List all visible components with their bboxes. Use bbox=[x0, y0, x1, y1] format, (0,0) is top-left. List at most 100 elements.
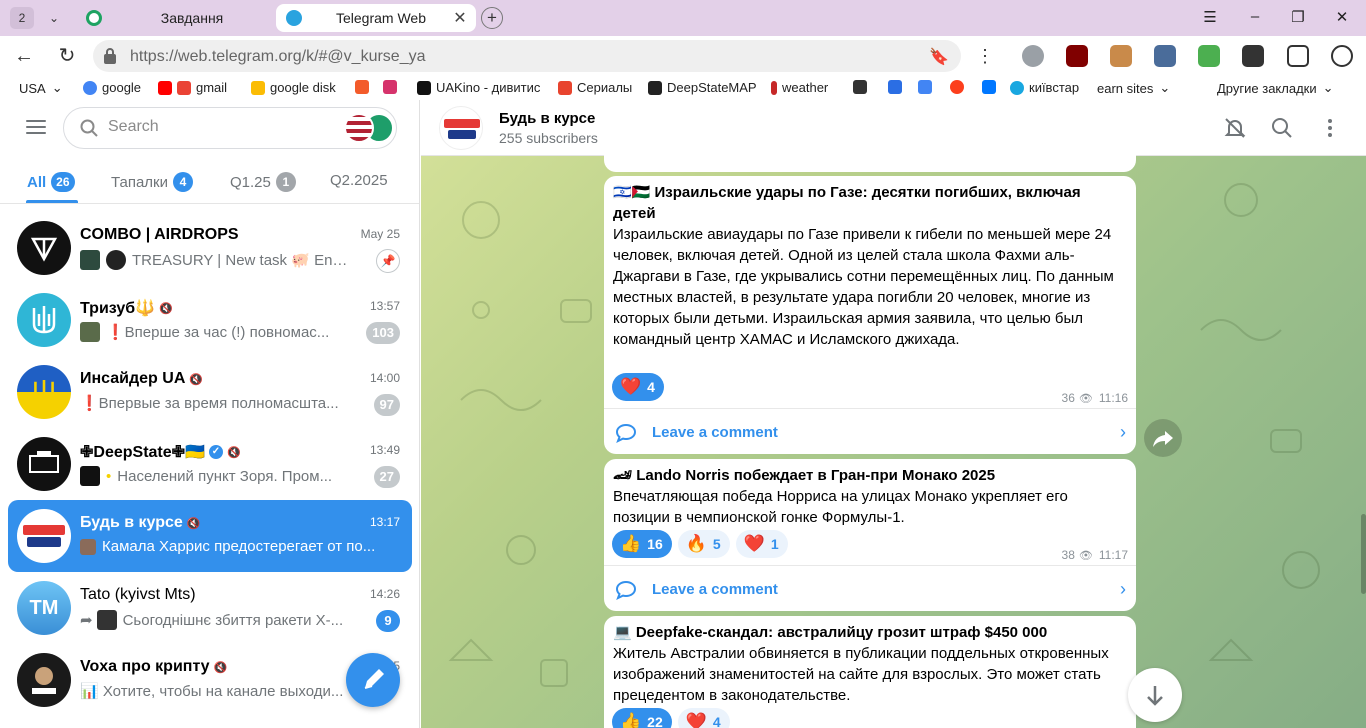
close-tab-icon[interactable]: ✕ bbox=[450, 8, 470, 28]
chat-time: 14:26 bbox=[369, 587, 400, 601]
globe-extension-icon[interactable] bbox=[1022, 45, 1044, 67]
avatar bbox=[17, 653, 71, 707]
ublock-extension-icon[interactable] bbox=[1066, 45, 1088, 67]
reaction-heart[interactable]: ❤️ 4 bbox=[612, 373, 664, 401]
profile-icon[interactable] bbox=[1331, 45, 1353, 67]
bookmark-star-icon[interactable] bbox=[383, 80, 402, 94]
bookmark-deepstatemap[interactable]: DeepStateMAP bbox=[648, 80, 757, 95]
reload-icon[interactable]: ↻ bbox=[55, 44, 79, 68]
cookie-extension-icon[interactable] bbox=[1110, 45, 1132, 67]
bookmark-arrow-icon[interactable] bbox=[888, 80, 907, 94]
browser-menu-icon[interactable]: ☰ bbox=[1200, 8, 1220, 26]
chat-item-bud-v-kurse[interactable]: Будь в курсе 🔇 13:17 Камала Харрис предос… bbox=[8, 500, 412, 572]
bookmark-yandex-icon[interactable] bbox=[950, 80, 969, 94]
chat-preview: 📊 Хотите, чтобы на канале выходи... bbox=[80, 683, 344, 700]
more-vert-icon[interactable]: ⋮ bbox=[973, 44, 997, 68]
active-folder-indicator bbox=[26, 200, 78, 203]
tab-zavdannya[interactable]: Завдання bbox=[76, 4, 272, 32]
bookmark-gmail[interactable]: gmail bbox=[158, 80, 227, 95]
reaction-heart[interactable]: ❤️ 1 bbox=[735, 530, 788, 558]
bookmark-kyivstar[interactable]: київстар bbox=[1010, 80, 1079, 95]
new-tab-button[interactable]: + bbox=[481, 7, 503, 29]
chat-scrollbar[interactable] bbox=[1361, 514, 1366, 594]
reaction-thumbs-up[interactable]: 👍 22 bbox=[612, 708, 672, 728]
chat-item-deepstate[interactable]: ✙DeepState✙🇺🇦 ✓ 🔇 13:49 • Населений пункт З… bbox=[8, 428, 412, 500]
chat-name: Будь в курсе 🔇 bbox=[80, 514, 201, 531]
scroll-to-bottom-button[interactable] bbox=[1128, 668, 1182, 722]
bookmark-usa[interactable]: USA ⌄ bbox=[19, 80, 63, 96]
media-thumb bbox=[106, 250, 126, 270]
message-body: Израильские авиаудары по Газе привели к … bbox=[613, 226, 1114, 348]
more-vert-icon[interactable] bbox=[1318, 116, 1342, 140]
folder-tab-tapalki[interactable]: Тапалки 4 bbox=[111, 172, 193, 192]
video-play-icon bbox=[96, 610, 117, 630]
bookmark-translate-icon[interactable] bbox=[918, 80, 937, 94]
bookmark-weather[interactable]: weather bbox=[771, 80, 828, 95]
main-menu-icon[interactable] bbox=[26, 120, 46, 134]
bookmark-f-icon[interactable] bbox=[355, 80, 374, 94]
folder-tab-all[interactable]: All 26 bbox=[27, 172, 75, 192]
minimize-icon[interactable]: – bbox=[1245, 8, 1265, 25]
url-omnibox[interactable]: https://web.telegram.org/k/#@v_kurse_ya … bbox=[93, 40, 961, 72]
save-extension-icon[interactable] bbox=[1154, 45, 1176, 67]
search-box[interactable] bbox=[63, 107, 397, 149]
leave-comment-button[interactable]: Leave a comment › bbox=[604, 565, 1136, 613]
folder-tab-q2[interactable]: Q2.2025 bbox=[330, 172, 388, 189]
vk-icon bbox=[982, 80, 996, 94]
chat-item-combo-airdrops[interactable]: COMBO | AIRDROPS May 25 TREASURY | New t… bbox=[8, 212, 412, 284]
message-post: 💻 Deepfake-скандал: австралийцу грозит ш… bbox=[604, 616, 1136, 728]
chat-item-tato[interactable]: TM Tato (kyivst Mts) 14:26 ➦ Сьогоднішнє … bbox=[8, 572, 412, 644]
channel-title[interactable]: Будь в курсе bbox=[499, 110, 595, 127]
message-text: 🇮🇱🇵🇸 Израильские удары по Газе: десятки … bbox=[604, 176, 1136, 350]
chat-preview: Камала Харрис предостерегает от по... bbox=[80, 538, 400, 555]
puzzle-extension-icon[interactable] bbox=[1287, 45, 1309, 67]
restore-icon[interactable]: ❐ bbox=[1288, 8, 1308, 26]
close-window-icon[interactable]: ✕ bbox=[1332, 8, 1352, 26]
channel-avatar[interactable] bbox=[439, 106, 483, 150]
arrow-down-icon bbox=[1147, 686, 1163, 706]
reaction-thumbs-up[interactable]: 👍 16 bbox=[612, 530, 672, 558]
folder-badge: 1 bbox=[275, 172, 296, 192]
search-icon[interactable] bbox=[1270, 116, 1294, 140]
tab-telegram-web[interactable]: Telegram Web ✕ bbox=[276, 4, 476, 32]
bookmark-vk-icon[interactable] bbox=[982, 80, 1001, 94]
compose-button[interactable] bbox=[346, 653, 400, 707]
tab-list-chevron-icon[interactable]: ⌄ bbox=[40, 7, 68, 29]
chat-item-tryzub[interactable]: Тризуб🔱 🔇 13:57 ❗️Вперше за час (!) повно… bbox=[8, 284, 412, 356]
tab-count-button[interactable]: 2 bbox=[10, 7, 34, 29]
bookmark-google[interactable]: google bbox=[83, 80, 141, 95]
bookmark-other[interactable]: Другие закладки ⌄ bbox=[1217, 80, 1334, 96]
message-body: Житель Австралии обвиняется в публикации… bbox=[613, 645, 1109, 704]
reaction-heart[interactable]: ❤️ 4 bbox=[677, 708, 730, 728]
avatar bbox=[17, 365, 71, 419]
bookmark-serialy[interactable]: Сериалы bbox=[558, 80, 632, 95]
leave-comment-button[interactable]: Leave a comment › bbox=[604, 408, 1136, 456]
bookmark-google-disk[interactable]: google disk bbox=[251, 80, 336, 95]
telegram-favicon-icon bbox=[286, 10, 302, 26]
chat-time: May 25 bbox=[360, 227, 400, 241]
bookmark-uakino[interactable]: UAKino - дивитис bbox=[417, 80, 540, 95]
deepstate-icon bbox=[648, 80, 662, 95]
tasks-favicon-icon bbox=[86, 10, 102, 26]
star-site-icon bbox=[383, 80, 397, 94]
bookmark-earn-sites[interactable]: earn sites ⌄ bbox=[1097, 80, 1170, 96]
account-avatar-1[interactable] bbox=[344, 113, 374, 143]
share-post-button[interactable] bbox=[1144, 419, 1182, 457]
chat-name: Tato (kyivst Mts) bbox=[80, 586, 196, 603]
script-extension-icon[interactable] bbox=[1242, 45, 1264, 67]
bookmark-icon[interactable]: 🔖 bbox=[929, 47, 949, 67]
comment-bubble-icon bbox=[615, 580, 637, 600]
drive-icon bbox=[251, 80, 265, 95]
f-site-icon bbox=[355, 80, 369, 94]
bookmark-bc-icon[interactable] bbox=[853, 80, 872, 94]
mute-bell-icon[interactable] bbox=[1223, 116, 1247, 140]
download-extension-icon[interactable] bbox=[1198, 45, 1220, 67]
search-input[interactable] bbox=[108, 118, 338, 136]
back-arrow-icon[interactable]: ← bbox=[12, 44, 36, 68]
chat-item-insider-ua[interactable]: Инсайдер UA 🔇 14:00 ❗️Впервые за время по… bbox=[8, 356, 412, 428]
translate-icon bbox=[918, 80, 932, 94]
pin-icon: 📌 bbox=[376, 249, 400, 273]
muted-icon: 🔇 bbox=[186, 517, 201, 530]
reaction-fire[interactable]: 🔥 5 bbox=[677, 530, 730, 558]
folder-tab-q1[interactable]: Q1.25 1 bbox=[230, 172, 296, 192]
